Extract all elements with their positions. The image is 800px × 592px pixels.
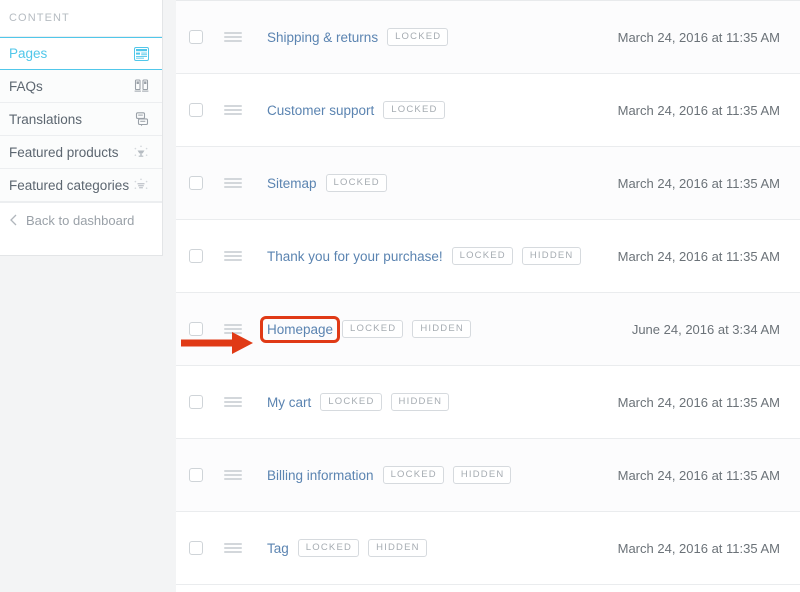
row-checkbox[interactable] bbox=[189, 249, 203, 263]
row-badges: LOCKED HIDDEN bbox=[443, 247, 581, 265]
table-row[interactable]: Tag LOCKED HIDDEN March 24, 2016 at 11:3… bbox=[176, 512, 800, 585]
status-badge: LOCKED bbox=[325, 174, 387, 192]
sidebar-item-label: Featured products bbox=[9, 144, 119, 160]
row-badges: LOCKED bbox=[317, 174, 387, 192]
table-row[interactable]: Customer support LOCKED March 24, 2016 a… bbox=[176, 74, 800, 147]
status-badge: HIDDEN bbox=[521, 247, 581, 265]
drag-handle-icon[interactable] bbox=[224, 396, 242, 408]
table-row[interactable]: Thank you for your purchase! LOCKED HIDD… bbox=[176, 220, 800, 293]
page-title-link[interactable]: Thank you for your purchase! bbox=[267, 249, 443, 264]
status-badge: LOCKED bbox=[342, 320, 404, 338]
row-badges: LOCKED HIDDEN bbox=[289, 539, 427, 557]
status-badge: LOCKED bbox=[382, 466, 444, 484]
row-badges: LOCKED HIDDEN bbox=[311, 393, 450, 411]
row-badges: LOCKED bbox=[378, 28, 449, 46]
pages-icon bbox=[132, 45, 150, 63]
status-badge: LOCKED bbox=[387, 28, 449, 46]
sidebar: CONTENT Pages FAQs Translations Featured… bbox=[0, 0, 163, 256]
sidebar-item-featured-categories[interactable]: Featured categories bbox=[0, 169, 162, 202]
drag-handle-icon[interactable] bbox=[224, 31, 242, 43]
row-checkbox[interactable] bbox=[189, 541, 203, 555]
table-row-homepage[interactable]: Homepage LOCKED HIDDEN June 24, 2016 at … bbox=[176, 293, 800, 366]
drag-handle-icon[interactable] bbox=[224, 469, 242, 481]
sidebar-item-label: FAQs bbox=[9, 78, 43, 94]
status-badge: HIDDEN bbox=[412, 320, 471, 338]
page-title-link[interactable]: Billing information bbox=[267, 468, 374, 483]
pages-table: Shipping & returns LOCKED March 24, 2016… bbox=[176, 0, 800, 592]
sidebar-item-label: Translations bbox=[9, 111, 83, 127]
row-checkbox[interactable] bbox=[189, 103, 203, 117]
table-row[interactable]: Sitemap LOCKED March 24, 2016 at 11:35 A… bbox=[176, 147, 800, 220]
table-row[interactable]: Billing information LOCKED HIDDEN March … bbox=[176, 439, 800, 512]
drag-handle-icon[interactable] bbox=[224, 104, 242, 116]
row-date: March 24, 2016 at 11:35 AM bbox=[617, 102, 780, 118]
faqs-icon bbox=[132, 77, 150, 95]
status-badge: LOCKED bbox=[320, 393, 382, 411]
sidebar-section-header: CONTENT bbox=[9, 12, 70, 24]
row-date: March 24, 2016 at 11:35 AM bbox=[617, 394, 780, 410]
row-date: March 24, 2016 at 11:35 AM bbox=[617, 540, 780, 556]
row-date: March 24, 2016 at 11:35 AM bbox=[617, 248, 780, 264]
featured-categories-icon bbox=[132, 176, 150, 194]
chevron-left-icon bbox=[0, 214, 26, 226]
row-checkbox[interactable] bbox=[189, 176, 203, 190]
drag-handle-icon[interactable] bbox=[224, 542, 242, 554]
sidebar-item-pages[interactable]: Pages bbox=[0, 37, 162, 70]
translations-icon bbox=[132, 110, 150, 128]
row-checkbox[interactable] bbox=[189, 395, 203, 409]
drag-handle-icon[interactable] bbox=[224, 177, 242, 189]
page-title-link[interactable]: Sitemap bbox=[267, 176, 317, 191]
status-badge: HIDDEN bbox=[452, 466, 512, 484]
page-title-link[interactable]: Homepage bbox=[267, 322, 333, 337]
sidebar-item-faqs[interactable]: FAQs bbox=[0, 70, 162, 103]
row-checkbox[interactable] bbox=[189, 468, 203, 482]
row-checkbox[interactable] bbox=[189, 322, 203, 336]
sidebar-item-label: Pages bbox=[9, 46, 48, 61]
row-date: March 24, 2016 at 11:35 AM bbox=[617, 175, 780, 191]
row-checkbox[interactable] bbox=[189, 30, 203, 44]
table-row[interactable]: My cart LOCKED HIDDEN March 24, 2016 at … bbox=[176, 366, 800, 439]
drag-handle-icon[interactable] bbox=[224, 250, 242, 262]
page-title-link[interactable]: Tag bbox=[267, 541, 289, 556]
app-root: CONTENT Pages FAQs Translations Featured… bbox=[0, 0, 800, 592]
row-badges: LOCKED HIDDEN bbox=[333, 320, 471, 338]
row-date: March 24, 2016 at 11:35 AM bbox=[617, 29, 780, 45]
status-badge: LOCKED bbox=[451, 247, 513, 265]
back-to-dashboard-label: Back to dashboard bbox=[26, 212, 135, 228]
sidebar-item-translations[interactable]: Translations bbox=[0, 103, 162, 136]
page-title-link[interactable]: My cart bbox=[267, 395, 311, 410]
featured-products-icon bbox=[132, 143, 150, 161]
row-date: March 24, 2016 at 11:35 AM bbox=[617, 467, 780, 483]
row-badges: LOCKED HIDDEN bbox=[374, 466, 512, 484]
drag-handle-icon[interactable] bbox=[224, 323, 242, 335]
row-badges: LOCKED bbox=[374, 101, 445, 119]
page-title-link[interactable]: Customer support bbox=[267, 103, 374, 118]
page-title-link[interactable]: Shipping & returns bbox=[267, 30, 378, 45]
status-badge: LOCKED bbox=[297, 539, 360, 557]
sidebar-item-label: Featured categories bbox=[9, 177, 130, 193]
row-date: June 24, 2016 at 3:34 AM bbox=[631, 321, 780, 337]
table-row[interactable]: Shipping & returns LOCKED March 24, 2016… bbox=[176, 1, 800, 74]
sidebar-item-featured-products[interactable]: Featured products bbox=[0, 136, 162, 169]
back-to-dashboard-button[interactable]: Back to dashboard bbox=[0, 202, 162, 237]
status-badge: HIDDEN bbox=[390, 393, 450, 411]
status-badge: LOCKED bbox=[383, 101, 445, 119]
status-badge: HIDDEN bbox=[368, 539, 427, 557]
